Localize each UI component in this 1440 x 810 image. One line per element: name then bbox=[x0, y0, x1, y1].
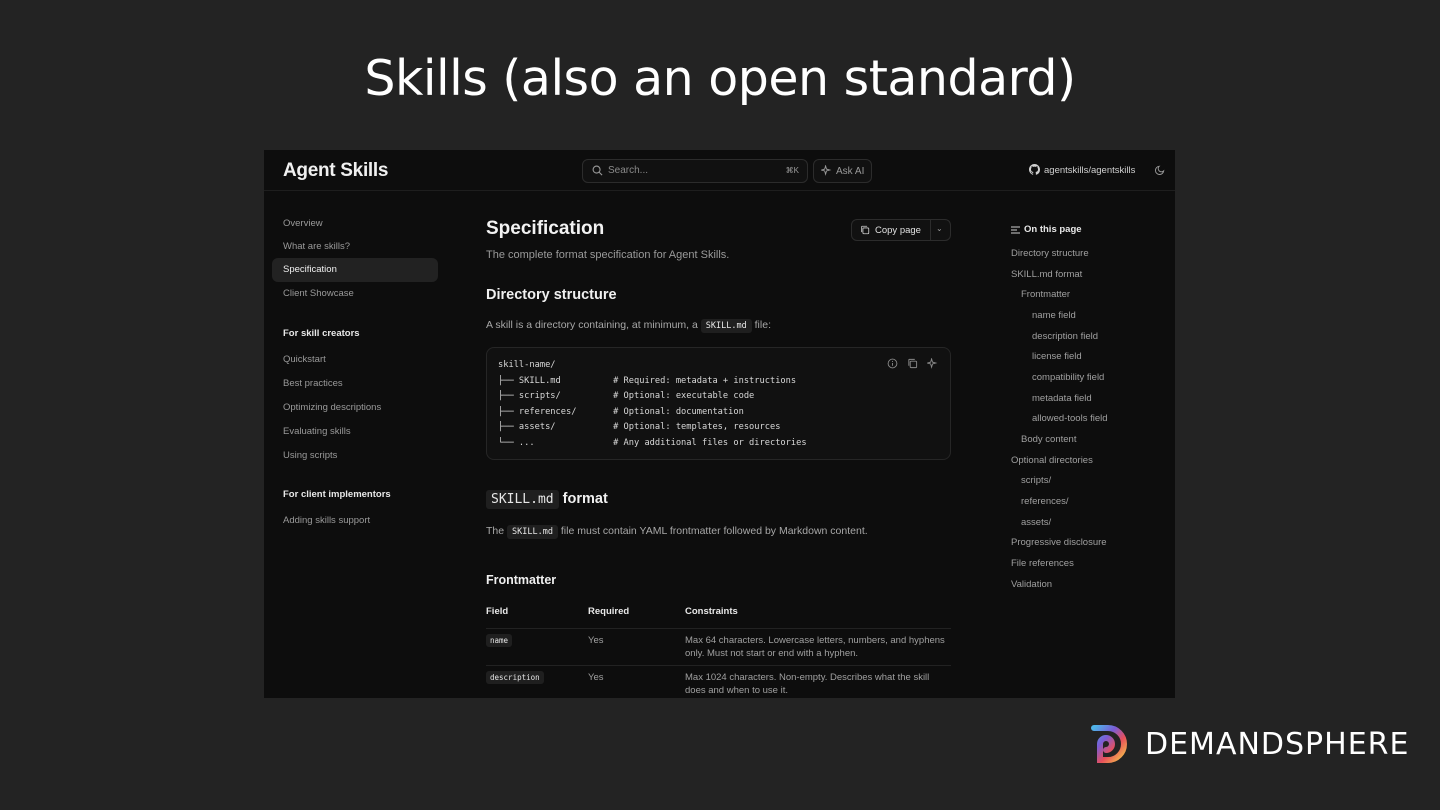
sidebar-item-using-scripts[interactable]: Using scripts bbox=[283, 450, 337, 461]
format-paragraph: The SKILL.md file must contain YAML fron… bbox=[486, 525, 868, 539]
inline-code: SKILL.md bbox=[700, 319, 752, 333]
sidebar-item-client-showcase[interactable]: Client Showcase bbox=[283, 288, 354, 299]
toc-item[interactable]: SKILL.md format bbox=[1011, 269, 1082, 280]
demandsphere-logo-text: DEMANDSPHERE bbox=[1145, 727, 1410, 762]
directory-paragraph-text-end: file: bbox=[754, 319, 771, 331]
copy-page-divider bbox=[930, 220, 931, 240]
heading-skill-md-format: SKILL.md format bbox=[486, 490, 608, 509]
sidebar-item-evaluating-skills[interactable]: Evaluating skills bbox=[283, 426, 351, 437]
code-line: skill-name/ bbox=[498, 360, 556, 370]
sidebar-section-client-implementors: For client implementors bbox=[283, 489, 391, 500]
sidebar-section-skill-creators: For skill creators bbox=[283, 328, 360, 339]
code-line: ├── assets/ # Optional: templates, resou… bbox=[498, 422, 781, 432]
table-header-constraints: Constraints bbox=[685, 606, 738, 617]
table-cell-constraints-line: Max 64 characters. Lowercase letters, nu… bbox=[685, 635, 945, 646]
page-subtitle: The complete format specification for Ag… bbox=[486, 249, 730, 261]
copy-page-button[interactable]: Copy page ⌄ bbox=[851, 219, 951, 241]
github-icon bbox=[1029, 164, 1040, 175]
table-cell-constraints-line: does and when to use it. bbox=[685, 685, 788, 696]
code-line: ├── scripts/ # Optional: executable code bbox=[498, 391, 755, 401]
format-paragraph-text: The bbox=[486, 525, 505, 537]
list-icon bbox=[1011, 226, 1020, 234]
search-icon bbox=[592, 165, 603, 176]
search-shortcut: ⌘K bbox=[785, 166, 799, 175]
toc-item[interactable]: compatibility field bbox=[1032, 372, 1104, 383]
toc-item[interactable]: File references bbox=[1011, 558, 1074, 569]
sidebar-item-what-are-skills[interactable]: What are skills? bbox=[283, 241, 350, 252]
info-icon[interactable] bbox=[887, 358, 898, 369]
heading-format-text: format bbox=[562, 491, 608, 507]
sidebar-item-quickstart[interactable]: Quickstart bbox=[283, 354, 326, 365]
theme-toggle-icon[interactable] bbox=[1155, 164, 1166, 175]
sidebar-item-specification[interactable]: Specification bbox=[283, 264, 337, 275]
toc-item[interactable]: license field bbox=[1032, 351, 1082, 362]
table-cell-required: Yes bbox=[588, 672, 604, 683]
slide-title: Skills (also an open standard) bbox=[364, 50, 1076, 107]
toc-item[interactable]: Progressive disclosure bbox=[1011, 537, 1107, 548]
toc-title: On this page bbox=[1024, 224, 1082, 235]
brand-logo[interactable]: Agent Skills bbox=[283, 160, 388, 182]
sidebar-item-overview[interactable]: Overview bbox=[283, 218, 323, 229]
github-repo-link[interactable]: agentskills/agentskills bbox=[1044, 165, 1135, 176]
search-input[interactable]: Search... ⌘K bbox=[582, 159, 808, 183]
copy-page-label: Copy page bbox=[875, 225, 921, 236]
table-header-required: Required bbox=[588, 606, 630, 617]
page-title: Specification bbox=[486, 218, 605, 239]
toc-item[interactable]: name field bbox=[1032, 310, 1076, 321]
toc-item[interactable]: assets/ bbox=[1021, 517, 1051, 528]
chevron-down-icon[interactable]: ⌄ bbox=[936, 224, 943, 233]
format-paragraph-text-end: file must contain YAML frontmatter follo… bbox=[560, 525, 868, 537]
table-cell-constraints: Max 64 characters. Lowercase letters, nu… bbox=[685, 634, 945, 660]
toc-item[interactable]: Frontmatter bbox=[1021, 289, 1070, 300]
demandsphere-logo-icon bbox=[1091, 725, 1127, 765]
directory-paragraph-text: A skill is a directory containing, at mi… bbox=[486, 319, 698, 331]
table-cell-field: description bbox=[486, 671, 544, 684]
toc-item[interactable]: allowed-tools field bbox=[1032, 413, 1108, 424]
inline-code: SKILL.md bbox=[486, 490, 559, 509]
toc-item[interactable]: metadata field bbox=[1032, 393, 1092, 404]
toc-item[interactable]: Validation bbox=[1011, 579, 1052, 590]
docs-header: Agent Skills Search... ⌘K Ask AI agentsk… bbox=[264, 150, 1175, 191]
heading-frontmatter: Frontmatter bbox=[486, 573, 557, 587]
sidebar-item-adding-skills-support[interactable]: Adding skills support bbox=[283, 515, 370, 526]
toc-item[interactable]: Directory structure bbox=[1011, 248, 1089, 259]
toc-item[interactable]: Optional directories bbox=[1011, 455, 1093, 466]
code-block-actions bbox=[887, 358, 938, 369]
code-line: ├── references/ # Optional: documentatio… bbox=[498, 406, 744, 417]
ask-ai-label: Ask AI bbox=[836, 166, 865, 177]
sparkle-icon[interactable] bbox=[927, 358, 938, 369]
sparkle-icon bbox=[821, 165, 832, 176]
code-block: skill-name/ ├── SKILL.md # Required: met… bbox=[486, 347, 951, 460]
docs-screenshot: Agent Skills Search... ⌘K Ask AI agentsk… bbox=[264, 150, 1175, 698]
toc-item[interactable]: references/ bbox=[1021, 496, 1069, 507]
copy-icon bbox=[861, 225, 870, 235]
table-cell-constraints: Max 1024 characters. Non-empty. Describe… bbox=[685, 671, 929, 697]
table-cell-constraints-line: Max 1024 characters. Non-empty. Describe… bbox=[685, 672, 930, 683]
copy-code-icon[interactable] bbox=[907, 358, 918, 369]
table-cell-constraints-line: only. Must not start or end with a hyphe… bbox=[685, 648, 859, 659]
heading-directory-structure: Directory structure bbox=[486, 287, 617, 303]
code-line: └── ... # Any additional files or direct… bbox=[498, 437, 807, 448]
sidebar-item-optimizing-descriptions[interactable]: Optimizing descriptions bbox=[283, 402, 381, 413]
table-divider bbox=[486, 665, 951, 666]
table-divider bbox=[486, 628, 951, 629]
inline-code: SKILL.md bbox=[507, 525, 558, 539]
code-line: ├── SKILL.md # Required: metadata + inst… bbox=[498, 375, 797, 386]
table-cell-field: name bbox=[486, 634, 513, 647]
sidebar-item-best-practices[interactable]: Best practices bbox=[283, 378, 343, 389]
toc-item[interactable]: description field bbox=[1032, 331, 1098, 342]
search-placeholder: Search... bbox=[608, 165, 649, 176]
table-header-field: Field bbox=[486, 606, 509, 617]
code-block-content: skill-name/ ├── SKILL.md # Required: met… bbox=[498, 358, 807, 451]
toc-item[interactable]: Body content bbox=[1021, 434, 1076, 445]
toc-item[interactable]: scripts/ bbox=[1021, 475, 1051, 486]
directory-paragraph: A skill is a directory containing, at mi… bbox=[486, 319, 771, 333]
ask-ai-button[interactable]: Ask AI bbox=[813, 159, 872, 183]
table-cell-required: Yes bbox=[588, 635, 604, 646]
